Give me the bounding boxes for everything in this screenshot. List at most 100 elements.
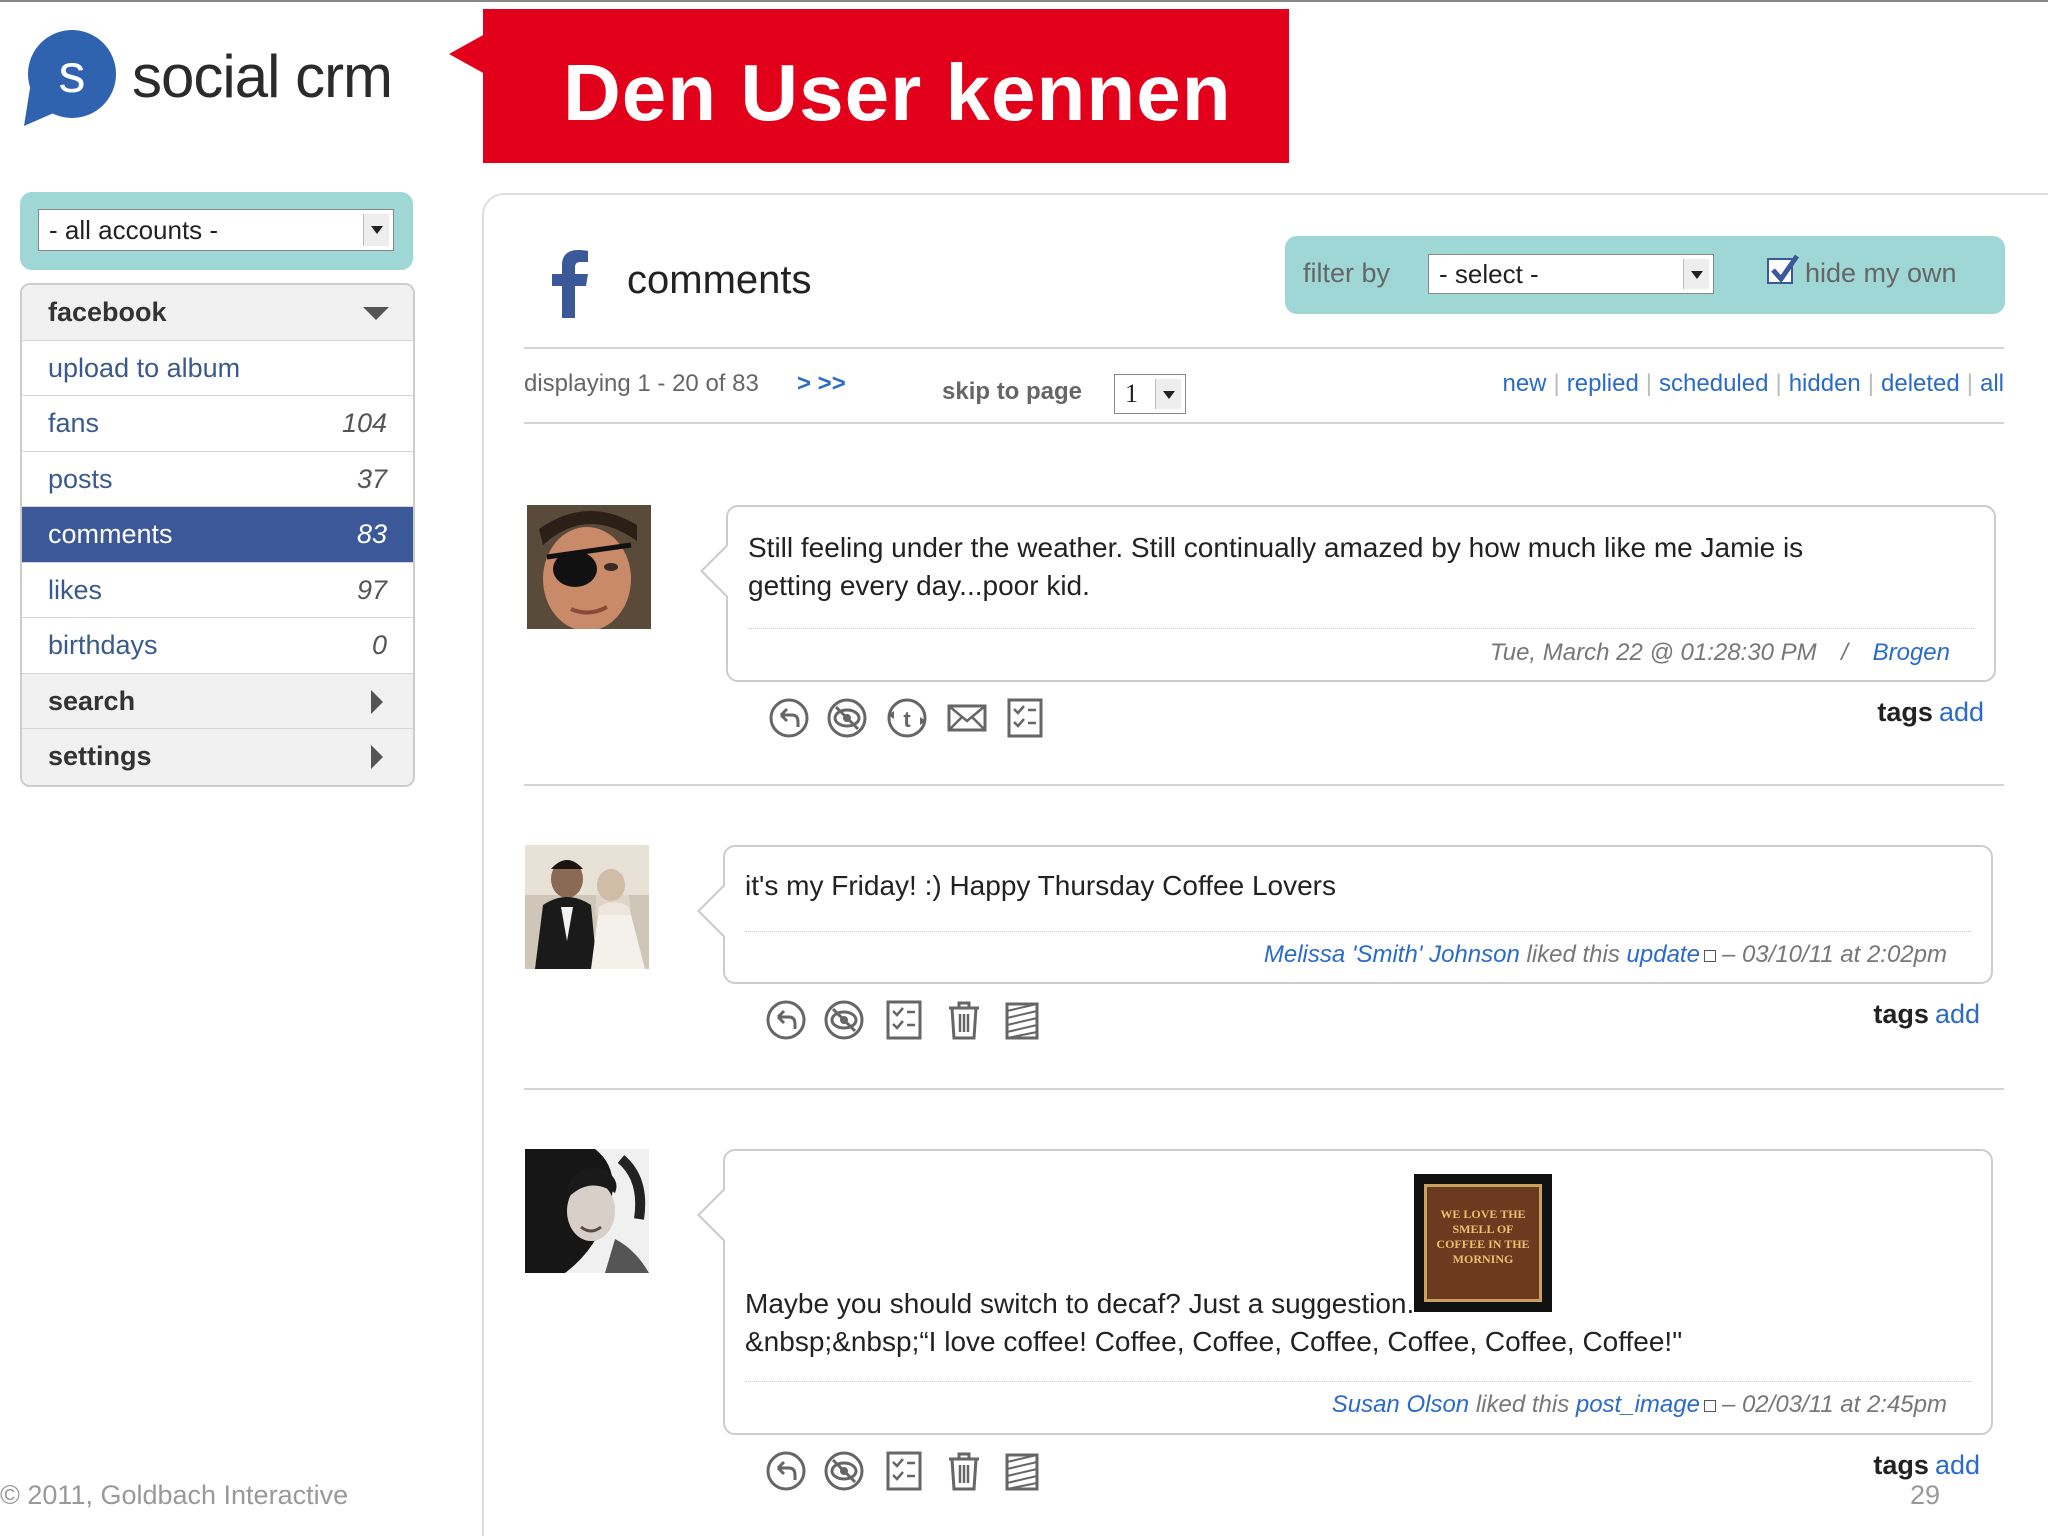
trash-icon[interactable] xyxy=(943,1450,985,1492)
tags-label: tags xyxy=(1877,697,1933,727)
email-icon[interactable] xyxy=(946,697,988,739)
page-select-value: 1 xyxy=(1125,379,1138,408)
tags-add-link[interactable]: add xyxy=(1935,1450,1980,1480)
spam-icon[interactable] xyxy=(1001,1450,1043,1492)
comment-date: – 02/03/11 at 2:45pm xyxy=(1721,1391,1947,1418)
banner-title: Den User kennen xyxy=(563,48,1232,137)
checklist-icon[interactable] xyxy=(883,999,925,1041)
avatar[interactable] xyxy=(525,1149,649,1273)
comment-bubble: Maybe you should switch to decaf? Just a… xyxy=(697,1149,1993,1435)
logo-text: social crm xyxy=(132,43,393,110)
tags-add-link[interactable]: add xyxy=(1935,999,1980,1029)
liked-object-link[interactable]: update xyxy=(1627,941,1700,968)
hide-icon[interactable] xyxy=(823,999,865,1041)
liked-object-link[interactable]: post_image xyxy=(1576,1391,1700,1418)
skip-to-page-label: skip to page xyxy=(942,378,1083,405)
filter-select[interactable]: - select - xyxy=(1428,254,1714,294)
sidebar-item-upload-to-album[interactable]: upload to album xyxy=(22,341,413,396)
pagination-next-link[interactable]: > >> xyxy=(797,370,846,398)
divider xyxy=(524,784,2004,786)
bubble-tail xyxy=(700,543,729,599)
status-link-hidden[interactable]: hidden xyxy=(1789,370,1861,397)
hide-icon[interactable] xyxy=(826,697,868,739)
comment-date: Tue, March 22 @ 01:28:30 PM xyxy=(1489,639,1817,666)
divider xyxy=(524,422,2004,424)
sidebar-item-search[interactable]: search xyxy=(22,673,413,729)
comment-bubble: Still feeling under the weather. Still c… xyxy=(700,505,1996,682)
status-link-all[interactable]: all xyxy=(1980,370,2004,397)
sidebar-item-label: birthdays xyxy=(48,630,158,660)
avatar[interactable] xyxy=(525,845,649,969)
tags-label: tags xyxy=(1873,999,1929,1029)
separator: | xyxy=(1966,370,1973,397)
separator: | xyxy=(1553,370,1560,397)
comment-author-link[interactable]: Brogen xyxy=(1873,639,1950,666)
spam-icon[interactable] xyxy=(1001,999,1043,1041)
checkmark-icon xyxy=(1771,254,1800,284)
status-link-new[interactable]: new xyxy=(1502,370,1546,397)
reply-icon[interactable] xyxy=(765,999,807,1041)
avatar-eyepatch-man-image xyxy=(527,505,651,629)
filter-label: filter by xyxy=(1303,258,1391,288)
liker-name-link[interactable]: Susan Olson xyxy=(1332,1391,1469,1418)
separator: | xyxy=(1867,370,1874,397)
page-select[interactable]: 1 xyxy=(1114,374,1186,414)
comment-text-line: getting every day...poor kid. xyxy=(748,570,1090,601)
comment-meta: Melissa 'Smith' Johnson liked this updat… xyxy=(1264,941,1947,969)
avatar-woman-portrait-image xyxy=(525,1149,649,1273)
comment-text-line: it's my Friday! :) Happy Thursday Coffee… xyxy=(745,870,1336,901)
sidebar-item-label: posts xyxy=(48,463,113,494)
page-title: comments xyxy=(627,258,812,302)
sidebar-item-facebook[interactable]: facebook xyxy=(22,285,413,341)
separator: | xyxy=(1775,370,1782,397)
filter-panel: filter by - select - hide my own xyxy=(1285,236,2005,314)
trash-icon[interactable] xyxy=(943,999,985,1041)
comment-actions xyxy=(765,999,1065,1043)
sidebar-item-settings[interactable]: settings xyxy=(22,729,413,785)
sidebar-item-label: facebook xyxy=(48,297,167,327)
checklist-icon[interactable] xyxy=(883,1450,925,1492)
sidebar-menu: facebook upload to album fans 104 posts … xyxy=(20,283,415,787)
sidebar-item-comments[interactable]: comments 83 xyxy=(22,507,413,563)
avatar-wedding-couple-image xyxy=(525,845,649,969)
filter-select-value: - select - xyxy=(1439,259,1539,289)
comment-meta: Susan Olson liked this post_image – 02/03… xyxy=(1332,1391,1947,1419)
hide-my-own-checkbox[interactable] xyxy=(1767,254,1800,284)
attached-post-image[interactable]: WE LOVE THE SMELL OF COFFEE IN THE MORNI… xyxy=(1414,1174,1552,1312)
title-banner: Den User kennen xyxy=(483,9,1289,163)
external-link-icon[interactable] xyxy=(1703,949,1716,962)
dropdown-arrow-icon xyxy=(363,214,389,246)
reply-icon[interactable] xyxy=(768,697,810,739)
reply-icon[interactable] xyxy=(765,1450,807,1492)
dropdown-arrow-icon xyxy=(1155,379,1181,409)
coffee-poster: WE LOVE THE SMELL OF COFFEE IN THE MORNI… xyxy=(1424,1184,1542,1302)
checklist-icon[interactable] xyxy=(1004,697,1046,739)
sidebar-item-label: likes xyxy=(48,574,103,605)
avatar[interactable] xyxy=(527,505,651,629)
retweet-icon[interactable]: t xyxy=(886,697,928,739)
status-link-replied[interactable]: replied xyxy=(1567,370,1639,397)
external-link-icon[interactable] xyxy=(1703,1399,1716,1412)
sidebar-item-count: 83 xyxy=(356,519,387,549)
svg-text:s: s xyxy=(59,44,86,104)
pagination-info: displaying 1 - 20 of 83 xyxy=(524,370,759,397)
account-select[interactable]: - all accounts - xyxy=(38,209,394,251)
liker-name-link[interactable]: Melissa 'Smith' Johnson xyxy=(1264,941,1520,968)
divider xyxy=(524,1088,2004,1090)
sidebar-item-label: search xyxy=(48,685,136,716)
sidebar-item-birthdays[interactable]: birthdays 0 xyxy=(22,618,413,674)
sidebar-item-fans[interactable]: fans 104 xyxy=(22,396,413,452)
comment-text: it's my Friday! :) Happy Thursday Coffee… xyxy=(745,867,1336,905)
sidebar-item-posts[interactable]: posts 37 xyxy=(22,452,413,507)
sidebar-item-label: comments xyxy=(48,519,173,549)
tags-add-link[interactable]: add xyxy=(1939,697,1984,727)
sidebar-item-likes[interactable]: likes 97 xyxy=(22,563,413,618)
hide-icon[interactable] xyxy=(823,1450,865,1492)
sidebar-item-count: 104 xyxy=(341,408,387,438)
footer-copyright: © 2011, Goldbach Interactive xyxy=(0,1480,349,1510)
tags: tags add xyxy=(1873,999,1980,1030)
status-link-scheduled[interactable]: scheduled xyxy=(1659,370,1768,397)
comment-text-line: &nbsp;&nbsp;“I love coffee! Coffee, Coff… xyxy=(745,1326,1683,1357)
status-link-deleted[interactable]: deleted xyxy=(1881,370,1960,397)
triangle-right-icon xyxy=(371,745,383,769)
